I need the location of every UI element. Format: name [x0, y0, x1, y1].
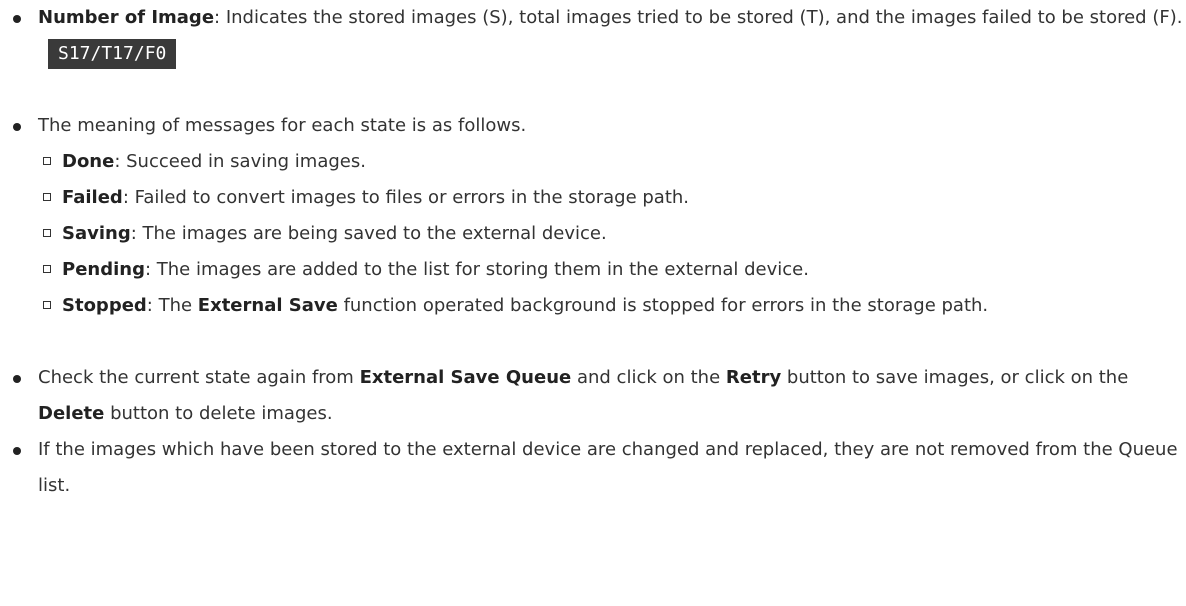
check-text-2: and click on the — [571, 367, 726, 388]
bullet-check-state: Check the current state again from Exter… — [0, 360, 1186, 432]
external-save-term: External Save — [197, 295, 338, 316]
retry-term: Retry — [725, 367, 782, 388]
state-item-done: Done: Succeed in saving images. — [0, 144, 1186, 180]
state-term: Saving — [62, 223, 131, 244]
number-of-image-text: : Indicates the stored images (S), total… — [214, 7, 1183, 28]
external-save-queue-term: External Save Queue — [359, 367, 572, 388]
square-bullet-icon — [43, 265, 51, 273]
queue-note-text: If the images which have been stored to … — [38, 439, 1178, 496]
check-text-3: button to save images, or click on the — [781, 367, 1129, 388]
square-bullet-icon — [43, 301, 51, 309]
image-count-badge: S17/T17/F0 — [48, 39, 177, 69]
bullet-dot-icon — [13, 447, 21, 455]
square-bullet-icon — [43, 229, 51, 237]
stopped-post: function operated background is stopped … — [337, 295, 989, 316]
state-item-saving: Saving: The images are being saved to th… — [0, 216, 1186, 252]
state-desc: : Failed to convert images to files or e… — [122, 187, 690, 208]
document-body: Number of Image: Indicates the stored im… — [0, 0, 1186, 504]
delete-term: Delete — [38, 403, 105, 424]
bullet-dot-icon — [13, 15, 21, 23]
state-desc: : Succeed in saving images. — [114, 151, 366, 172]
bullet-number-of-image: Number of Image: Indicates the stored im… — [0, 0, 1186, 72]
bullet-dot-icon — [13, 375, 21, 383]
bullet-dot-icon — [13, 123, 21, 131]
state-item-pending: Pending: The images are added to the lis… — [0, 252, 1186, 288]
bullet-state-messages: The meaning of messages for each state i… — [0, 108, 1186, 144]
stopped-pre: : The — [146, 295, 198, 316]
term-number-of-image: Number of Image — [38, 7, 215, 28]
check-text-1: Check the current state again from — [38, 367, 360, 388]
state-term: Pending — [62, 259, 145, 280]
state-messages-intro: The meaning of messages for each state i… — [38, 115, 527, 136]
check-text-4: button to delete images. — [104, 403, 333, 424]
state-term: Done — [62, 151, 115, 172]
state-item-failed: Failed: Failed to convert images to file… — [0, 180, 1186, 216]
state-desc: : The images are being saved to the exte… — [130, 223, 607, 244]
state-desc: : The images are added to the list for s… — [144, 259, 809, 280]
state-item-stopped: Stopped: The External Save function oper… — [0, 288, 1186, 324]
state-term: Stopped — [62, 295, 147, 316]
square-bullet-icon — [43, 193, 51, 201]
state-term: Failed — [62, 187, 123, 208]
bullet-queue-note: If the images which have been stored to … — [0, 432, 1186, 504]
square-bullet-icon — [43, 157, 51, 165]
